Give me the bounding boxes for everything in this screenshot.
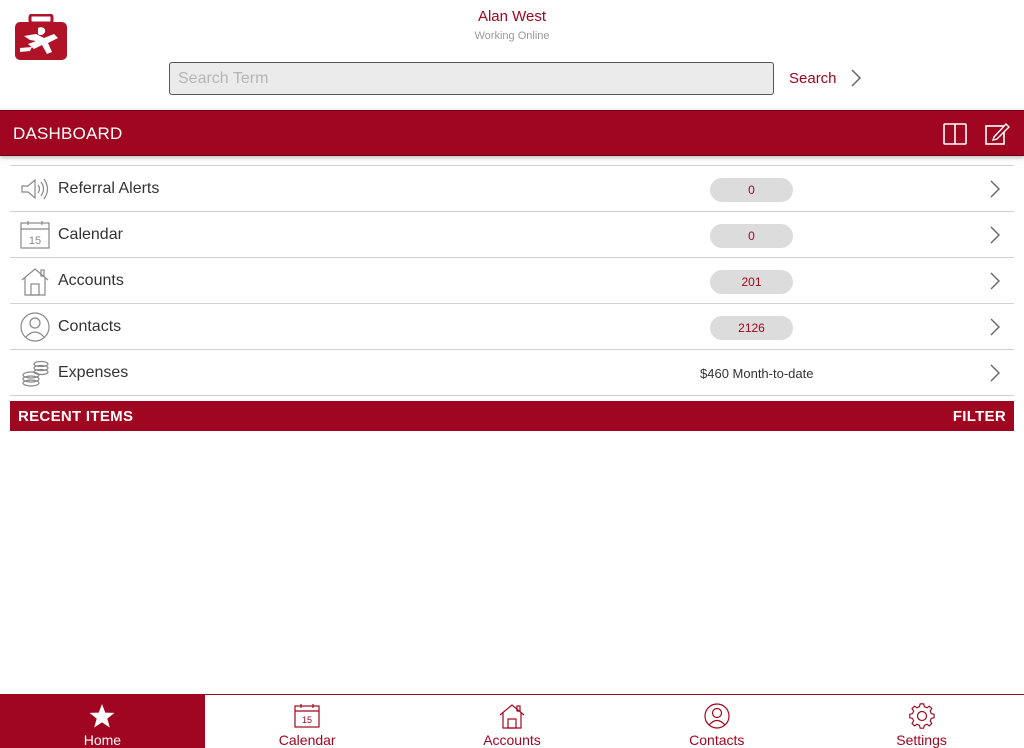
dashboard-bar: DASHBOARD (0, 110, 1024, 156)
tab-home[interactable]: Home (0, 695, 205, 748)
row-label: Accounts (58, 272, 124, 289)
tab-label: Home (83, 732, 122, 748)
recent-items-bar: RECENT ITEMS FILTER (10, 401, 1014, 431)
calendar-icon: 15 (294, 704, 320, 728)
tab-contacts[interactable]: Contacts (614, 695, 819, 748)
row-label: Referral Alerts (58, 180, 160, 197)
connection-status: Working Online (474, 30, 550, 42)
split-view-icon[interactable] (942, 121, 968, 147)
page-title: DASHBOARD (13, 124, 123, 143)
user-name: Alan West (477, 8, 547, 25)
row-accounts[interactable]: Accounts 201 (10, 258, 1014, 304)
search-input[interactable] (169, 62, 774, 95)
tab-accounts[interactable]: Accounts (410, 695, 615, 748)
row-contacts[interactable]: Contacts 2126 (10, 304, 1014, 350)
expense-total: $460 Month-to-date (700, 366, 814, 381)
bottom-tab-bar: Home 15 Calendar Accounts Contacts Setti… (0, 694, 1024, 748)
count-badge: 201 (710, 270, 793, 294)
tab-calendar[interactable]: 15 Calendar (205, 695, 410, 748)
row-expenses[interactable]: Expenses $460 Month-to-date (10, 350, 1014, 396)
tab-label: Contacts (689, 732, 745, 748)
row-referral-alerts[interactable]: Referral Alerts 0 (10, 166, 1014, 212)
tab-label: Accounts (483, 732, 541, 748)
dashboard-list: Referral Alerts 0 15 Calendar 0 Accounts… (10, 165, 1014, 396)
star-icon (89, 704, 115, 728)
recent-items-title: RECENT ITEMS (18, 408, 134, 425)
chevron-right-icon (990, 364, 1000, 382)
tab-label: Settings (896, 732, 947, 748)
coins-icon (22, 360, 49, 387)
svg-text:15: 15 (29, 235, 41, 247)
count-badge: 0 (710, 178, 793, 202)
house-icon (21, 268, 49, 296)
row-label: Calendar (58, 226, 123, 243)
count-badge: 0 (710, 224, 793, 248)
chevron-right-icon (990, 272, 1000, 290)
row-label: Expenses (58, 364, 129, 381)
chevron-right-icon (990, 318, 1000, 336)
svg-text:15: 15 (302, 715, 312, 725)
filter-button[interactable]: FILTER (953, 408, 1006, 425)
tab-label: Calendar (278, 732, 336, 748)
app-header: Alan West Working Online Search (0, 0, 1024, 110)
calendar-icon: 15 (20, 221, 50, 249)
chevron-right-icon (990, 180, 1000, 198)
person-icon (704, 703, 730, 729)
megaphone-icon (21, 178, 49, 200)
row-calendar[interactable]: 15 Calendar 0 (10, 212, 1014, 258)
search-button-label: Search (789, 69, 837, 87)
gear-icon (908, 703, 935, 729)
count-badge: 2126 (710, 316, 793, 340)
chevron-right-icon (851, 69, 861, 87)
person-icon (20, 312, 50, 342)
chevron-right-icon (990, 226, 1000, 244)
row-label: Contacts (58, 318, 122, 335)
compose-icon[interactable] (984, 121, 1010, 147)
search-button[interactable]: Search (789, 66, 863, 90)
house-icon (499, 704, 525, 729)
tab-settings[interactable]: Settings (819, 695, 1024, 748)
